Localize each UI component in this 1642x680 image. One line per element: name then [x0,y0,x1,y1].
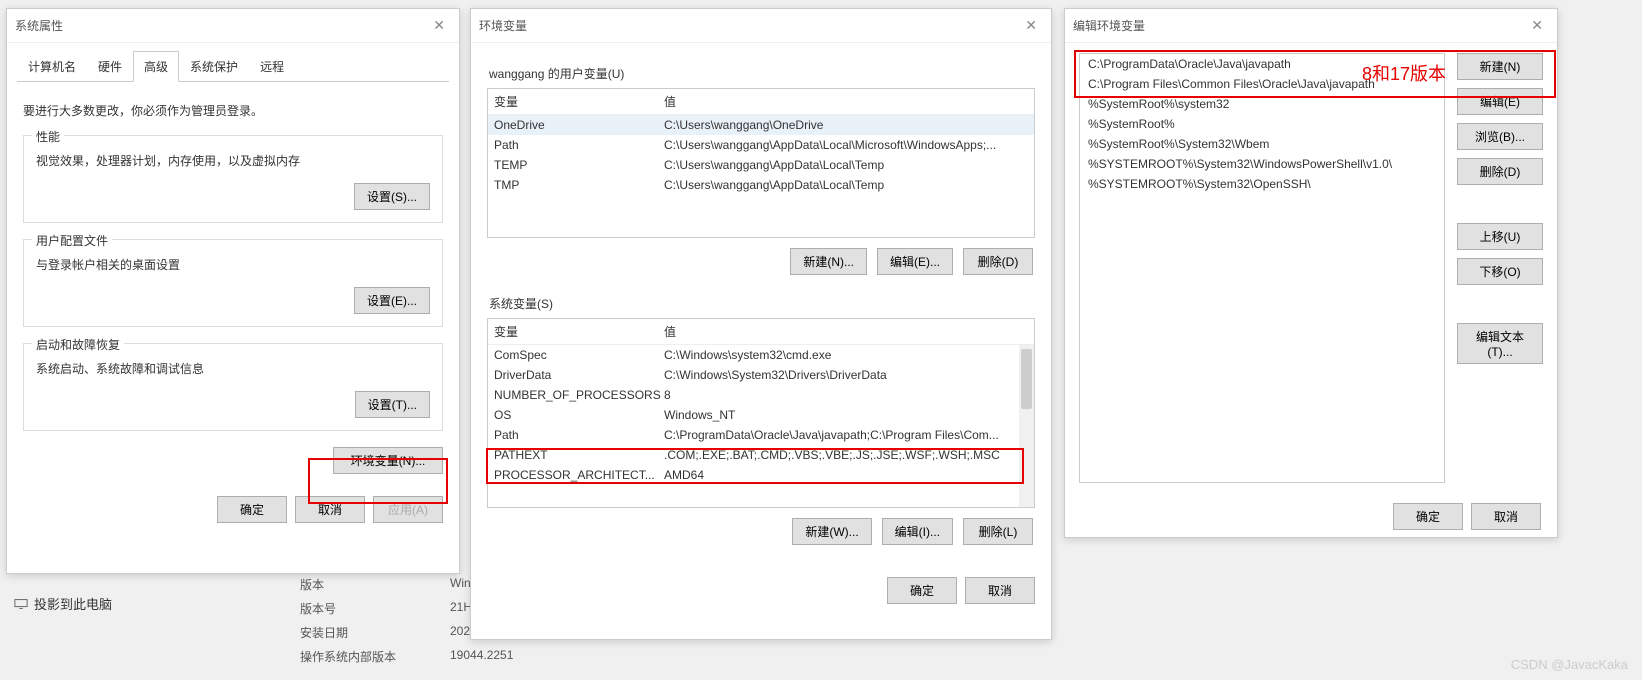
performance-group: 性能 视觉效果，处理器计划，内存使用，以及虚拟内存 设置(S)... [23,135,443,223]
startup-title: 启动和故障恢复 [32,336,124,353]
table-row: ComSpecC:\Windows\system32\cmd.exe [488,345,1034,365]
table-row: PathC:\ProgramData\Oracle\Java\javapath;… [488,425,1034,445]
projector-icon [14,597,28,611]
scrollbar-track[interactable] [1019,345,1034,507]
table-row: PROCESSOR_ARCHITECT...AMD64 [488,465,1034,485]
sysprops-ok-button[interactable]: 确定 [217,496,287,523]
editenv-edit-button[interactable]: 编辑(E) [1457,88,1543,115]
system-properties-window: 系统属性 ✕ 计算机名 硬件 高级 系统保护 远程 要进行大多数更改，你必须作为… [6,8,460,574]
performance-desc: 视觉效果，处理器计划，内存使用，以及虚拟内存 [36,152,430,169]
envvars-cancel-button[interactable]: 取消 [965,577,1035,604]
list-item[interactable]: %SystemRoot% [1080,114,1444,134]
col-val-header[interactable]: 值 [664,93,1028,110]
tab-remote[interactable]: 远程 [249,51,295,82]
bg-projector-label: 投影到此电脑 [34,594,112,613]
table-row: PATHEXT.COM;.EXE;.BAT;.CMD;.VBS;.VBE;.JS… [488,445,1034,465]
sys-edit-button[interactable]: 编辑(I)... [882,518,953,545]
envvars-titlebar: 环境变量 ✕ [471,9,1051,43]
bg-row-3: 操作系统内部版本19044.2251 [300,648,513,665]
close-icon[interactable]: ✕ [427,15,451,36]
tab-computer-name[interactable]: 计算机名 [17,51,87,82]
sys-delete-button[interactable]: 删除(L) [963,518,1033,545]
table-row: DriverDataC:\Windows\System32\Drivers\Dr… [488,365,1034,385]
tab-system-protection[interactable]: 系统保护 [179,51,249,82]
scrollbar-thumb[interactable] [1021,349,1032,409]
table-row: TEMPC:\Users\wanggang\AppData\Local\Temp [488,155,1034,175]
user-edit-button[interactable]: 编辑(E)... [877,248,953,275]
sysprops-titlebar: 系统属性 ✕ [7,9,459,43]
performance-title: 性能 [32,128,64,145]
sysprops-tabs: 计算机名 硬件 高级 系统保护 远程 [17,51,449,82]
col-val-header[interactable]: 值 [664,323,1028,340]
table-row: NUMBER_OF_PROCESSORS8 [488,385,1034,405]
editenv-down-button[interactable]: 下移(O) [1457,258,1543,285]
sysprops-apply-button[interactable]: 应用(A) [373,496,443,523]
user-vars-table: 变量 值 OneDriveC:\Users\wanggang\OneDrive … [487,88,1035,238]
bg-row-0: 版本Wind [300,576,477,593]
editenv-ok-button[interactable]: 确定 [1393,503,1463,530]
editenv-titlebar: 编辑环境变量 ✕ [1065,9,1557,43]
env-vars-window: 环境变量 ✕ wanggang 的用户变量(U) 变量 值 OneDriveC:… [470,8,1052,640]
table-row: PathC:\Users\wanggang\AppData\Local\Micr… [488,135,1034,155]
sys-vars-body[interactable]: ComSpecC:\Windows\system32\cmd.exe Drive… [488,345,1034,507]
user-delete-button[interactable]: 删除(D) [963,248,1033,275]
editenv-delete-button[interactable]: 删除(D) [1457,158,1543,185]
col-var-header[interactable]: 变量 [494,323,664,340]
startup-group: 启动和故障恢复 系统启动、系统故障和调试信息 设置(T)... [23,343,443,431]
userprofile-group: 用户配置文件 与登录帐户相关的桌面设置 设置(E)... [23,239,443,327]
bg-row-1: 版本号21H2 [300,600,479,617]
editenv-browse-button[interactable]: 浏览(B)... [1457,123,1543,150]
list-item[interactable]: %SystemRoot%\system32 [1080,94,1444,114]
user-vars-label: wanggang 的用户变量(U) [489,65,1035,82]
path-entries-list[interactable]: C:\ProgramData\Oracle\Java\javapath C:\P… [1079,53,1445,483]
table-row: OneDriveC:\Users\wanggang\OneDrive [488,115,1034,135]
list-item[interactable]: %SYSTEMROOT%\System32\WindowsPowerShell\… [1080,154,1444,174]
close-icon[interactable]: ✕ [1525,15,1549,36]
sys-vars-label: 系统变量(S) [489,295,1035,312]
tab-hardware[interactable]: 硬件 [87,51,133,82]
performance-settings-button[interactable]: 设置(S)... [354,183,430,210]
editenv-new-button[interactable]: 新建(N) [1457,53,1543,80]
sysprops-title: 系统属性 [15,17,63,34]
list-item[interactable]: %SYSTEMROOT%\System32\OpenSSH\ [1080,174,1444,194]
startup-settings-button[interactable]: 设置(T)... [355,391,430,418]
tab-advanced[interactable]: 高级 [133,51,179,82]
bg-projector-row: 投影到此电脑 [14,594,112,613]
env-vars-button[interactable]: 环境变量(N)... [333,447,443,474]
editenv-edittext-button[interactable]: 编辑文本(T)... [1457,323,1543,364]
watermark: CSDN @JavacKaka [1511,657,1628,672]
editenv-title: 编辑环境变量 [1073,17,1145,34]
annotation-text: 8和17版本 [1362,60,1446,86]
user-new-button[interactable]: 新建(N)... [790,248,867,275]
userprofile-desc: 与登录帐户相关的桌面设置 [36,256,430,273]
sys-vars-table: 变量 值 ComSpecC:\Windows\system32\cmd.exe … [487,318,1035,508]
table-row: TMPC:\Users\wanggang\AppData\Local\Temp [488,175,1034,195]
col-var-header[interactable]: 变量 [494,93,664,110]
bg-row-2: 安装日期2021/ [300,624,480,641]
editenv-up-button[interactable]: 上移(U) [1457,223,1543,250]
edit-env-window: 编辑环境变量 ✕ C:\ProgramData\Oracle\Java\java… [1064,8,1558,538]
sys-new-button[interactable]: 新建(W)... [792,518,871,545]
envvars-title: 环境变量 [479,17,527,34]
editenv-cancel-button[interactable]: 取消 [1471,503,1541,530]
userprofile-title: 用户配置文件 [32,232,112,249]
table-row: OSWindows_NT [488,405,1034,425]
admin-note: 要进行大多数更改，你必须作为管理员登录。 [23,102,443,119]
userprofile-settings-button[interactable]: 设置(E)... [354,287,430,314]
envvars-ok-button[interactable]: 确定 [887,577,957,604]
sysprops-cancel-button[interactable]: 取消 [295,496,365,523]
close-icon[interactable]: ✕ [1019,15,1043,36]
startup-desc: 系统启动、系统故障和调试信息 [36,360,430,377]
list-item[interactable]: %SystemRoot%\System32\Wbem [1080,134,1444,154]
user-vars-body[interactable]: OneDriveC:\Users\wanggang\OneDrive PathC… [488,115,1034,237]
